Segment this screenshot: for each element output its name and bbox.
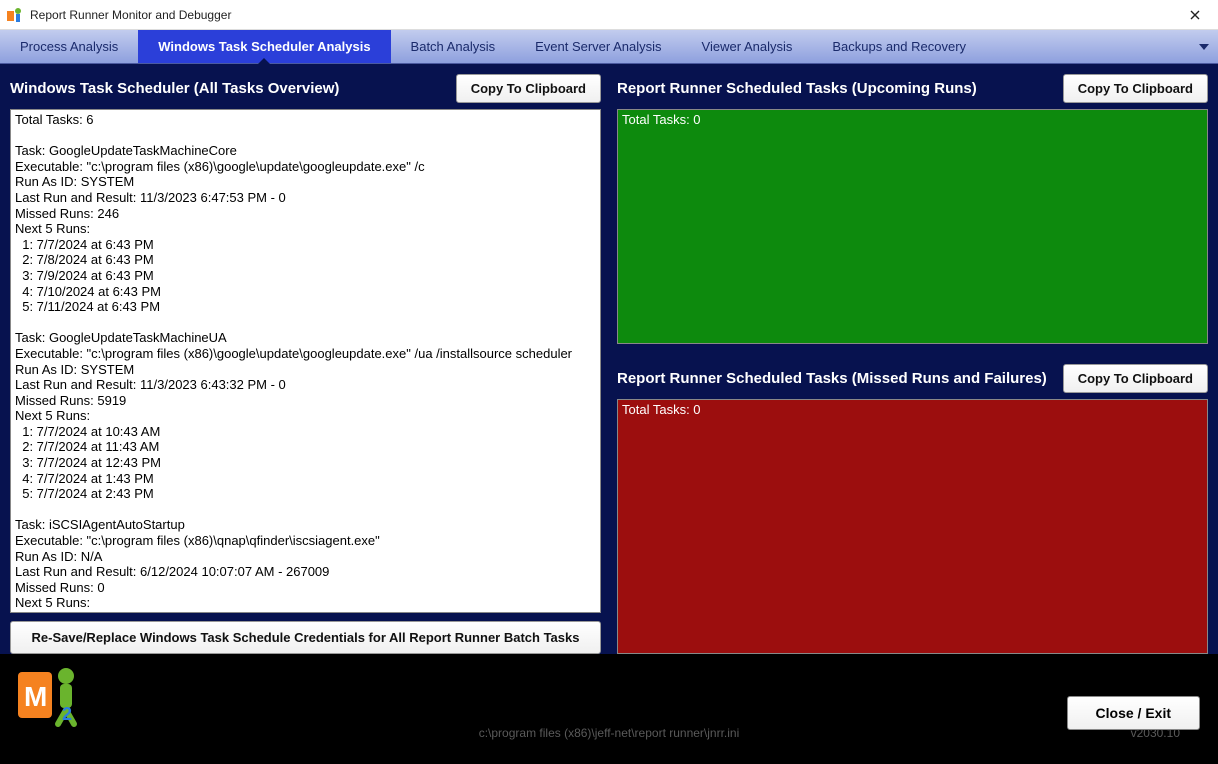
tab-label: Batch Analysis <box>411 39 496 54</box>
app-icon <box>6 6 24 24</box>
missed-title: Report Runner Scheduled Tasks (Missed Ru… <box>617 370 1055 387</box>
main-content: Windows Task Scheduler (All Tasks Overvi… <box>0 64 1218 654</box>
tab-label: Viewer Analysis <box>702 39 793 54</box>
close-exit-button[interactable]: Close / Exit <box>1067 696 1200 730</box>
upcoming-panel: Report Runner Scheduled Tasks (Upcoming … <box>617 74 1208 344</box>
tab-windows-task-scheduler-analysis[interactable]: Windows Task Scheduler Analysis <box>138 30 390 63</box>
tab-label: Process Analysis <box>20 39 118 54</box>
tab-label: Event Server Analysis <box>535 39 661 54</box>
upcoming-header: Report Runner Scheduled Tasks (Upcoming … <box>617 74 1208 109</box>
tabstrip: Process Analysis Windows Task Scheduler … <box>0 30 1218 64</box>
copy-missed-button[interactable]: Copy To Clipboard <box>1063 364 1208 393</box>
tab-event-server-analysis[interactable]: Event Server Analysis <box>515 30 681 63</box>
copy-overview-button[interactable]: Copy To Clipboard <box>456 74 601 103</box>
tabs-overflow-button[interactable] <box>1190 30 1218 63</box>
missed-textbox-wrapper: Total Tasks: 0 <box>617 399 1208 654</box>
tab-label: Backups and Recovery <box>832 39 966 54</box>
tab-viewer-analysis[interactable]: Viewer Analysis <box>682 30 813 63</box>
overview-header: Windows Task Scheduler (All Tasks Overvi… <box>10 74 601 109</box>
window-title: Report Runner Monitor and Debugger <box>30 8 231 22</box>
footer: M 2 c:\program files (x86)\jeff-net\repo… <box>0 654 1218 764</box>
svg-text:2: 2 <box>62 704 72 724</box>
config-path: c:\program files (x86)\jeff-net\report r… <box>479 726 740 740</box>
overview-textbox[interactable]: Total Tasks: 6 Task: GoogleUpdateTaskMac… <box>11 110 600 612</box>
left-column: Windows Task Scheduler (All Tasks Overvi… <box>10 74 601 654</box>
overview-textbox-wrapper: Total Tasks: 6 Task: GoogleUpdateTaskMac… <box>10 109 601 613</box>
tab-process-analysis[interactable]: Process Analysis <box>0 30 138 63</box>
missed-header: Report Runner Scheduled Tasks (Missed Ru… <box>617 364 1208 399</box>
right-column: Report Runner Scheduled Tasks (Upcoming … <box>617 74 1208 654</box>
upcoming-textbox-wrapper: Total Tasks: 0 <box>617 109 1208 344</box>
tab-batch-analysis[interactable]: Batch Analysis <box>391 30 516 63</box>
resave-credentials-button[interactable]: Re-Save/Replace Windows Task Schedule Cr… <box>10 621 601 654</box>
upcoming-textbox[interactable]: Total Tasks: 0 <box>618 110 1207 343</box>
window-close-button[interactable] <box>1172 0 1218 30</box>
missed-panel: Report Runner Scheduled Tasks (Missed Ru… <box>617 364 1208 654</box>
overview-title: Windows Task Scheduler (All Tasks Overvi… <box>10 80 448 97</box>
svg-text:M: M <box>24 681 47 712</box>
app-logo: M 2 <box>14 662 84 732</box>
copy-upcoming-button[interactable]: Copy To Clipboard <box>1063 74 1208 103</box>
titlebar: Report Runner Monitor and Debugger <box>0 0 1218 30</box>
missed-textbox[interactable]: Total Tasks: 0 <box>618 400 1207 653</box>
upcoming-title: Report Runner Scheduled Tasks (Upcoming … <box>617 80 1055 97</box>
tab-backups-and-recovery[interactable]: Backups and Recovery <box>812 30 986 63</box>
tab-label: Windows Task Scheduler Analysis <box>158 39 370 54</box>
